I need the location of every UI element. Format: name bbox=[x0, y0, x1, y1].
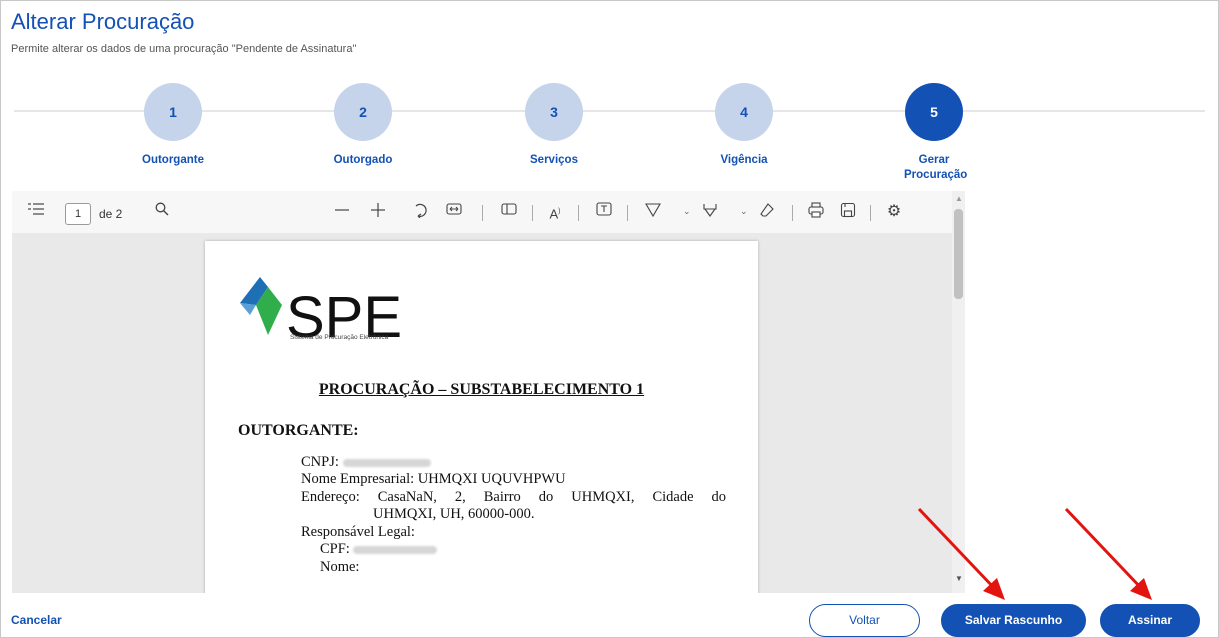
print-icon[interactable] bbox=[806, 202, 826, 222]
toolbar-divider bbox=[578, 205, 579, 221]
zoom-out-icon[interactable] bbox=[332, 202, 352, 222]
fit-width-icon[interactable] bbox=[444, 202, 464, 222]
cnpj-line: CNPJ: bbox=[301, 454, 431, 471]
page-title: Alterar Procuração bbox=[11, 9, 195, 34]
read-aloud-icon[interactable]: A) bbox=[545, 202, 565, 222]
scroll-thumb[interactable] bbox=[954, 209, 963, 299]
contents-icon[interactable] bbox=[26, 202, 46, 222]
endereco-line-1: Endereço: CasaNaN, 2, Bairro do UHMQXI, … bbox=[301, 489, 726, 505]
cpf-label: CPF: bbox=[320, 541, 350, 557]
draw-icon[interactable] bbox=[643, 202, 663, 222]
redacted-value bbox=[342, 458, 431, 467]
settings-icon[interactable]: ⚙ bbox=[884, 202, 904, 222]
step-outorgante[interactable]: 1 Outorgante bbox=[118, 83, 228, 168]
pdf-scrollbar[interactable]: ▲ ▼ bbox=[952, 191, 965, 593]
cnpj-label: CNPJ: bbox=[301, 454, 339, 470]
step-label: Outorgante bbox=[142, 154, 204, 166]
save-icon[interactable] bbox=[838, 202, 858, 222]
step-number: 3 bbox=[525, 83, 583, 141]
spe-logo: SPE bbox=[240, 277, 402, 345]
pdf-page: SPE Sistema de Procuração Eletrônica PRO… bbox=[205, 241, 758, 593]
step-label: Serviços bbox=[530, 154, 578, 166]
toolbar-divider bbox=[627, 205, 628, 221]
highlight-icon[interactable] bbox=[700, 202, 720, 222]
step-number: 4 bbox=[715, 83, 773, 141]
step-number: 1 bbox=[144, 83, 202, 141]
pdf-viewer[interactable]: 1 de 2 A) ⌄ ⌄ ⚙ SPE Sistema de Procuraçã… bbox=[12, 191, 965, 593]
save-draft-button[interactable]: Salvar Rascunho bbox=[941, 604, 1086, 637]
step-vigencia[interactable]: 4 Vigência bbox=[689, 83, 799, 168]
search-icon[interactable] bbox=[152, 202, 172, 222]
page-count-label: de 2 bbox=[99, 207, 123, 221]
text-box-icon[interactable] bbox=[594, 202, 614, 222]
chevron-down-icon[interactable]: ⌄ bbox=[683, 206, 691, 217]
nome-empresarial-line: Nome Empresarial: UHMQXI UQUVHPWU bbox=[301, 471, 566, 487]
step-gerar-procuracao[interactable]: 5 Gerar Procuração bbox=[880, 83, 988, 183]
scroll-down-icon[interactable]: ▼ bbox=[955, 574, 963, 583]
responsavel-line: Responsável Legal: bbox=[301, 524, 415, 540]
eraser-icon[interactable] bbox=[757, 202, 777, 222]
logo-subtitle: Sistema de Procuração Eletrônica bbox=[290, 334, 389, 341]
chevron-down-icon[interactable]: ⌄ bbox=[740, 206, 748, 217]
zoom-in-icon[interactable] bbox=[368, 202, 388, 222]
page-view-icon[interactable] bbox=[499, 202, 519, 222]
page-number-input[interactable]: 1 bbox=[65, 203, 91, 225]
cancel-link[interactable]: Cancelar bbox=[11, 613, 62, 627]
step-label: Vigência bbox=[720, 154, 768, 166]
step-label: Outorgado bbox=[333, 154, 393, 166]
sign-button[interactable]: Assinar bbox=[1100, 604, 1200, 637]
step-number: 2 bbox=[334, 83, 392, 141]
toolbar-divider bbox=[482, 205, 483, 221]
toolbar-divider bbox=[792, 205, 793, 221]
document-section-heading: OUTORGANTE: bbox=[238, 422, 359, 439]
step-servicos[interactable]: 3 Serviços bbox=[499, 83, 609, 168]
cpf-line: CPF: bbox=[320, 541, 438, 558]
redacted-value bbox=[353, 545, 438, 554]
scroll-up-icon[interactable]: ▲ bbox=[955, 194, 963, 203]
pdf-toolbar: 1 de 2 A) ⌄ ⌄ ⚙ bbox=[12, 191, 952, 233]
step-number: 5 bbox=[905, 83, 963, 141]
nome-line: Nome: bbox=[320, 559, 360, 575]
back-button[interactable]: Voltar bbox=[809, 604, 920, 637]
endereco-line-2: UHMQXI, UH, 60000-000. bbox=[373, 506, 535, 522]
step-label: Gerar Procuração bbox=[904, 154, 968, 181]
page-subtitle: Permite alterar os dados de uma procuraç… bbox=[11, 43, 357, 55]
toolbar-divider bbox=[870, 205, 871, 221]
document-title: PROCURAÇÃO – SUBSTABELECIMENTO 1 bbox=[318, 381, 645, 398]
step-outorgado[interactable]: 2 Outorgado bbox=[308, 83, 418, 168]
toolbar-divider bbox=[532, 205, 533, 221]
rotate-icon[interactable] bbox=[410, 202, 430, 222]
